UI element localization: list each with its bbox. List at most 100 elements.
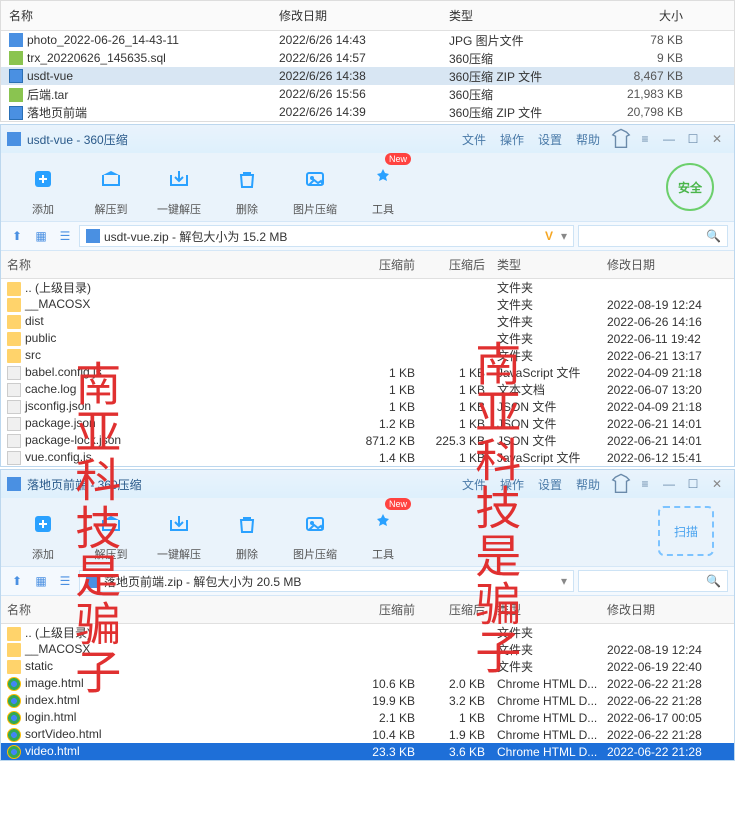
- menu-item[interactable]: 文件: [462, 476, 486, 493]
- hdr-before[interactable]: 压缩前: [351, 599, 421, 620]
- size-after: 1.9 KB: [421, 728, 491, 742]
- file-row[interactable]: trx_20220626_145635.sql 2022/6/26 14:57 …: [1, 49, 734, 67]
- archive-row[interactable]: package-lock.json 871.2 KB 225.3 KB JSON…: [1, 432, 734, 449]
- menu-button[interactable]: ≡: [634, 475, 656, 493]
- col-header-name[interactable]: 名称: [1, 5, 271, 26]
- skin-button[interactable]: [610, 130, 632, 148]
- menu-item[interactable]: 文件: [462, 131, 486, 148]
- archive-row[interactable]: __MACOSX 文件夹 2022-08-19 12:24: [1, 641, 734, 658]
- window-title: usdt-vue - 360压缩: [27, 131, 462, 148]
- archive-row[interactable]: public 文件夹 2022-06-11 19:42: [1, 330, 734, 347]
- tools-button[interactable]: New工具: [353, 504, 413, 562]
- archive-row[interactable]: static 文件夹 2022-06-19 22:40: [1, 658, 734, 675]
- file-name: public: [25, 331, 56, 345]
- view-icons-button[interactable]: ☰: [55, 226, 75, 246]
- file-type: 360压缩 ZIP 文件: [441, 68, 571, 85]
- file-type: 文件夹: [491, 279, 601, 296]
- toolbar-label: 一键解压: [149, 546, 209, 562]
- toolbar-label: 工具: [353, 546, 413, 562]
- extract-to-button[interactable]: 解压到: [81, 504, 141, 562]
- menu-item[interactable]: 帮助: [576, 476, 600, 493]
- archive-row[interactable]: login.html 2.1 KB 1 KB Chrome HTML D... …: [1, 709, 734, 726]
- skin-button[interactable]: [610, 475, 632, 493]
- archive-row[interactable]: sortVideo.html 10.4 KB 1.9 KB Chrome HTM…: [1, 726, 734, 743]
- close-button[interactable]: ✕: [706, 130, 728, 148]
- size-after: 1 KB: [421, 383, 491, 397]
- titlebar[interactable]: 落地页前端 - 360压缩 文件操作设置帮助 ≡ — ☐ ✕: [1, 470, 734, 498]
- maximize-button[interactable]: ☐: [682, 130, 704, 148]
- safety-badge[interactable]: 安全: [666, 163, 714, 211]
- archive-row[interactable]: .. (上级目录) 文件夹: [1, 279, 734, 296]
- tools-button[interactable]: New工具: [353, 159, 413, 217]
- hdr-name[interactable]: 名称: [1, 254, 351, 275]
- img-compress-button[interactable]: 图片压缩: [285, 504, 345, 562]
- archive-row[interactable]: __MACOSX 文件夹 2022-08-19 12:24: [1, 296, 734, 313]
- archive-row[interactable]: image.html 10.6 KB 2.0 KB Chrome HTML D.…: [1, 675, 734, 692]
- add-button[interactable]: 添加: [13, 159, 73, 217]
- titlebar[interactable]: usdt-vue - 360压缩 文件操作设置帮助 ≡ — ☐ ✕: [1, 125, 734, 153]
- minimize-button[interactable]: —: [658, 130, 680, 148]
- col-header-date[interactable]: 修改日期: [271, 5, 441, 26]
- img-compress-button[interactable]: 图片压缩: [285, 159, 345, 217]
- hdr-after[interactable]: 压缩后: [421, 254, 491, 275]
- file-name: vue.config.js: [25, 450, 92, 464]
- view-list-button[interactable]: ▦: [31, 226, 51, 246]
- hdr-date[interactable]: 修改日期: [601, 599, 731, 620]
- size-before: 10.6 KB: [351, 677, 421, 691]
- path-box[interactable]: usdt-vue.zip - 解包大小为 15.2 MB V ▾: [79, 225, 574, 247]
- hdr-type[interactable]: 类型: [491, 599, 601, 620]
- archive-row[interactable]: index.html 19.9 KB 3.2 KB Chrome HTML D.…: [1, 692, 734, 709]
- dropdown-icon[interactable]: V: [545, 229, 553, 243]
- file-row[interactable]: photo_2022-06-26_14-43-11 2022/6/26 14:4…: [1, 31, 734, 49]
- search-input[interactable]: 🔍: [578, 570, 728, 592]
- menu-item[interactable]: 帮助: [576, 131, 600, 148]
- archive-row[interactable]: video.html 23.3 KB 3.6 KB Chrome HTML D.…: [1, 743, 734, 760]
- hdr-after[interactable]: 压缩后: [421, 599, 491, 620]
- search-input[interactable]: 🔍: [578, 225, 728, 247]
- hdr-name[interactable]: 名称: [1, 599, 351, 620]
- one-click-button[interactable]: 一键解压: [149, 159, 209, 217]
- col-header-size[interactable]: 大小: [571, 5, 691, 26]
- archive-row[interactable]: dist 文件夹 2022-06-26 14:16: [1, 313, 734, 330]
- file-date: 2022-06-22 21:28: [601, 745, 731, 759]
- chevron-down-icon[interactable]: ▾: [561, 229, 567, 243]
- close-button[interactable]: ✕: [706, 475, 728, 493]
- one-click-button[interactable]: 一键解压: [149, 504, 209, 562]
- archive-row[interactable]: cache.log 1 KB 1 KB 文本文档 2022-06-07 13:2…: [1, 381, 734, 398]
- view-list-button[interactable]: ▦: [31, 571, 51, 591]
- view-icons-button[interactable]: ☰: [55, 571, 75, 591]
- menu-item[interactable]: 操作: [500, 131, 524, 148]
- maximize-button[interactable]: ☐: [682, 475, 704, 493]
- archive-row[interactable]: src 文件夹 2022-06-21 13:17: [1, 347, 734, 364]
- nav-up-button[interactable]: ⬆: [7, 226, 27, 246]
- file-row[interactable]: 后端.tar 2022/6/26 15:56 360压缩 21,983 KB: [1, 85, 734, 103]
- hdr-before[interactable]: 压缩前: [351, 254, 421, 275]
- file-type: 文本文档: [491, 381, 601, 398]
- menu-item[interactable]: 设置: [538, 476, 562, 493]
- delete-button[interactable]: 删除: [217, 504, 277, 562]
- delete-button[interactable]: 删除: [217, 159, 277, 217]
- archive-row[interactable]: babel.config.js 1 KB 1 KB JavaScript 文件 …: [1, 364, 734, 381]
- path-box[interactable]: 落地页前端.zip - 解包大小为 20.5 MB ▾: [79, 570, 574, 592]
- minimize-button[interactable]: —: [658, 475, 680, 493]
- file-date: 2022/6/26 14:39: [271, 105, 441, 119]
- chevron-down-icon[interactable]: ▾: [561, 574, 567, 588]
- menu-button[interactable]: ≡: [634, 130, 656, 148]
- menu-item[interactable]: 操作: [500, 476, 524, 493]
- hdr-type[interactable]: 类型: [491, 254, 601, 275]
- add-button[interactable]: 添加: [13, 504, 73, 562]
- file-date: 2022-06-21 14:01: [601, 417, 731, 431]
- archive-row[interactable]: vue.config.js 1.4 KB 1 KB JavaScript 文件 …: [1, 449, 734, 466]
- file-row[interactable]: 落地页前端 2022/6/26 14:39 360压缩 ZIP 文件 20,79…: [1, 103, 734, 121]
- archive-row[interactable]: .. (上级目录) 文件夹: [1, 624, 734, 641]
- menu-item[interactable]: 设置: [538, 131, 562, 148]
- nav-up-button[interactable]: ⬆: [7, 571, 27, 591]
- scan-badge[interactable]: 扫描: [658, 506, 714, 556]
- col-header-type[interactable]: 类型: [441, 5, 571, 26]
- hdr-date[interactable]: 修改日期: [601, 254, 731, 275]
- archive-row[interactable]: jsconfig.json 1 KB 1 KB JSON 文件 2022-04-…: [1, 398, 734, 415]
- file-row[interactable]: usdt-vue 2022/6/26 14:38 360压缩 ZIP 文件 8,…: [1, 67, 734, 85]
- archive-row[interactable]: package.json 1.2 KB 1 KB JSON 文件 2022-06…: [1, 415, 734, 432]
- search-icon: 🔍: [706, 574, 721, 588]
- extract-to-button[interactable]: 解压到: [81, 159, 141, 217]
